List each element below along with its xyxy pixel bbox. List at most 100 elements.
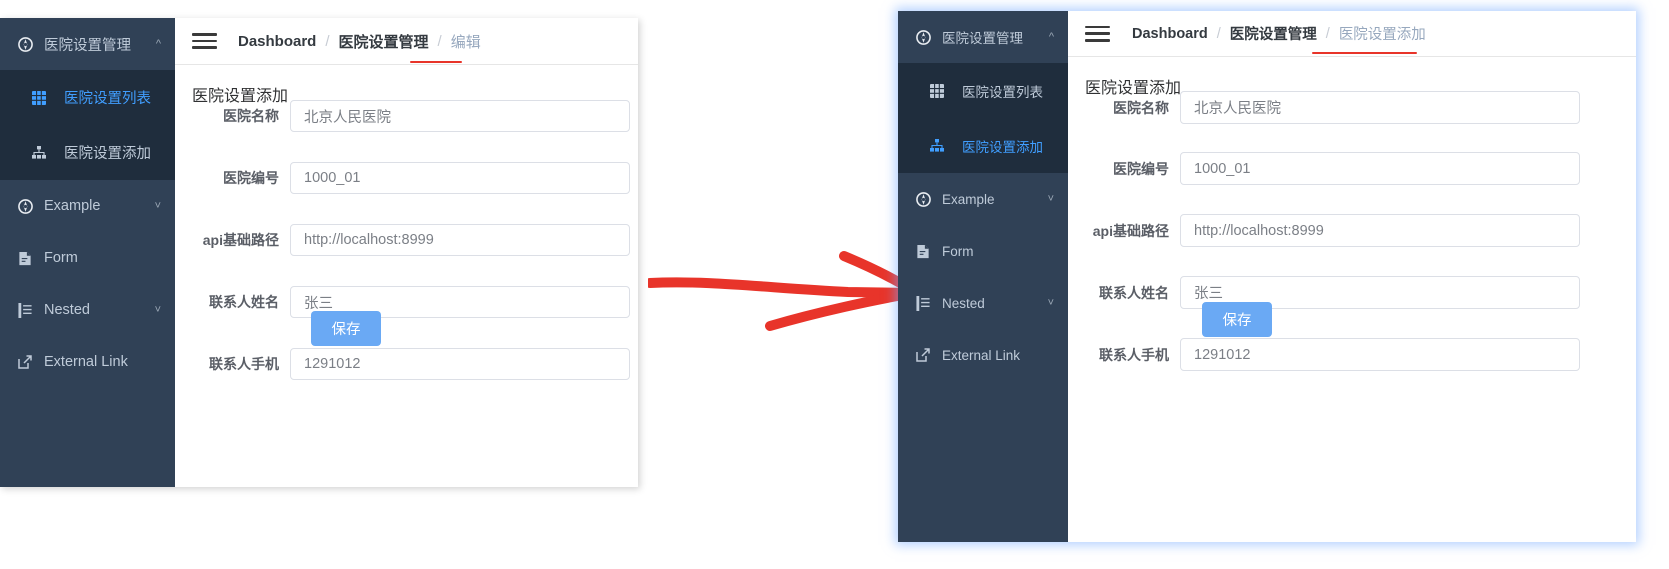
sidebar-item-label: 医院设置列表: [962, 84, 1043, 100]
breadcrumb-item-current: 编辑: [450, 33, 481, 51]
breadcrumb-item-current: 医院设置添加: [1338, 27, 1426, 43]
red-underline-annotation: [1312, 52, 1417, 55]
sidebar: 医院设置管理 ^ 医院设置列表 医院设置添加 Example ˅ Form Ne…: [0, 18, 175, 487]
main-area: Dashboard / 医院设置管理 / 医院设置添加 医院设置添加 医院名称 …: [1068, 11, 1636, 542]
form-row: 联系人手机 1291012: [1068, 338, 1580, 371]
compass-icon: [908, 22, 938, 52]
form-icon: [908, 236, 938, 266]
chevron-down-icon: ˅: [1047, 193, 1054, 205]
sidebar-item-label: External Link: [44, 354, 128, 370]
sitemap-icon: [924, 135, 950, 157]
hospital-code-input[interactable]: 1000_01: [290, 162, 630, 194]
form-row: 联系人手机 1291012: [175, 348, 630, 380]
breadcrumb-separator: /: [1325, 25, 1330, 42]
breadcrumb-item-dashboard[interactable]: Dashboard: [1132, 26, 1208, 42]
breadcrumb-item-dashboard[interactable]: Dashboard: [238, 33, 316, 50]
list-icon: [908, 288, 938, 318]
sitemap-icon: [26, 142, 52, 164]
sidebar-group-hospital-settings[interactable]: 医院设置管理 ^: [898, 11, 1068, 63]
sidebar-item-label: Nested: [942, 295, 985, 311]
sidebar-item-label: Example: [942, 191, 995, 207]
sidebar-item-label: 医院设置添加: [64, 146, 151, 162]
form-row: 医院编号 1000_01: [1068, 152, 1580, 185]
contact-phone-input[interactable]: 1291012: [290, 348, 630, 380]
sidebar-item-label: Nested: [44, 302, 90, 318]
form-row: 医院编号 1000_01: [175, 162, 630, 194]
form-row: 医院名称 北京人民医院: [175, 100, 630, 132]
breadcrumb-item-hospital-settings[interactable]: 医院设置管理: [1230, 23, 1317, 44]
breadcrumb: Dashboard / 医院设置管理 / 医院设置添加: [1132, 23, 1426, 44]
field-label: 联系人手机: [209, 356, 279, 372]
field-label: 医院名称: [223, 108, 279, 124]
form-row: 联系人姓名 张三: [1068, 276, 1580, 309]
chevron-up-icon: ^: [1048, 31, 1054, 43]
save-button[interactable]: 保存: [1202, 302, 1272, 337]
sidebar-item-form[interactable]: Form: [0, 232, 175, 284]
grid-icon: [924, 80, 950, 102]
sidebar-item-hospital-add[interactable]: 医院设置添加: [898, 118, 1068, 173]
compass-icon: [10, 191, 40, 221]
sidebar-item-external-link[interactable]: External Link: [898, 329, 1068, 381]
api-base-path-input[interactable]: http://localhost:8999: [290, 224, 630, 256]
compass-icon: [908, 184, 938, 214]
form-icon: [10, 243, 40, 273]
sidebar-item-external-link[interactable]: External Link: [0, 336, 175, 388]
sidebar-item-form[interactable]: Form: [898, 225, 1068, 277]
field-label: 联系人姓名: [209, 294, 279, 310]
save-button[interactable]: 保存: [311, 311, 381, 346]
sidebar-item-hospital-add[interactable]: 医院设置添加: [0, 125, 175, 180]
sidebar-item-label: Form: [44, 250, 78, 266]
hamburger-icon[interactable]: [192, 33, 217, 49]
form-row: 医院名称 北京人民医院: [1068, 91, 1580, 124]
sidebar-item-example[interactable]: Example ˅: [0, 180, 175, 232]
before-screenshot-panel: 医院设置管理 ^ 医院设置列表 医院设置添加 Example ˅ Form Ne…: [0, 18, 638, 487]
after-screenshot-panel: 医院设置管理 ^ 医院设置列表 医院设置添加 Example ˅ Form Ne…: [898, 11, 1636, 542]
hospital-name-input[interactable]: 北京人民医院: [290, 100, 630, 132]
sidebar-item-label: Example: [44, 198, 101, 214]
sidebar-item-hospital-list[interactable]: 医院设置列表: [898, 63, 1068, 118]
red-hand-drawn-arrow: [648, 251, 916, 331]
hospital-name-input[interactable]: 北京人民医院: [1180, 91, 1580, 124]
form-row: api基础路径 http://localhost:8999: [175, 224, 630, 256]
list-icon: [10, 295, 40, 325]
external-link-icon: [10, 347, 40, 377]
main-area: Dashboard / 医院设置管理 / 编辑 医院设置添加 医院名称 北京人民…: [175, 18, 638, 487]
field-label: 医院编号: [1113, 160, 1169, 177]
breadcrumb-item-hospital-settings[interactable]: 医院设置管理: [339, 31, 429, 52]
field-label: 联系人手机: [1099, 346, 1169, 363]
grid-icon: [26, 87, 52, 109]
chevron-up-icon: ^: [155, 38, 161, 50]
chevron-down-icon: ˅: [154, 200, 161, 212]
hamburger-icon[interactable]: [1085, 25, 1110, 42]
sidebar-item-label: 医院设置列表: [64, 91, 151, 107]
field-label: 医院编号: [223, 170, 279, 186]
sidebar-item-example[interactable]: Example ˅: [898, 173, 1068, 225]
chevron-down-icon: ˅: [154, 304, 161, 316]
navbar: Dashboard / 医院设置管理 / 编辑: [175, 18, 638, 65]
sidebar-item-nested[interactable]: Nested ˅: [898, 277, 1068, 329]
field-label: 联系人姓名: [1099, 284, 1169, 301]
contact-phone-input[interactable]: 1291012: [1180, 338, 1580, 371]
sidebar-group-label: 医院设置管理: [942, 31, 1023, 46]
form-container: 医院设置添加 医院名称 北京人民医院 医院编号 1000_01 api基础路径 …: [175, 65, 638, 487]
sidebar-group-hospital-settings[interactable]: 医院设置管理 ^: [0, 18, 175, 70]
breadcrumb-separator: /: [437, 32, 442, 50]
breadcrumb: Dashboard / 医院设置管理 / 编辑: [238, 31, 481, 52]
breadcrumb-separator: /: [325, 32, 330, 50]
api-base-path-input[interactable]: http://localhost:8999: [1180, 214, 1580, 247]
sidebar-item-hospital-list[interactable]: 医院设置列表: [0, 70, 175, 125]
form-row: api基础路径 http://localhost:8999: [1068, 214, 1580, 247]
form-row: 联系人姓名 张三: [175, 286, 630, 318]
sidebar-item-label: Form: [942, 243, 974, 259]
hospital-code-input[interactable]: 1000_01: [1180, 152, 1580, 185]
compass-icon: [10, 29, 40, 59]
field-label: api基础路径: [202, 232, 279, 248]
sidebar-group-label: 医院设置管理: [44, 37, 131, 54]
red-underline-annotation: [410, 61, 462, 64]
sidebar-item-label: 医院设置添加: [962, 139, 1043, 155]
sidebar-item-label: External Link: [942, 347, 1021, 363]
sidebar-item-nested[interactable]: Nested ˅: [0, 284, 175, 336]
field-label: api基础路径: [1092, 222, 1169, 239]
breadcrumb-separator: /: [1216, 25, 1221, 42]
sidebar-submenu: 医院设置列表 医院设置添加: [0, 70, 175, 180]
